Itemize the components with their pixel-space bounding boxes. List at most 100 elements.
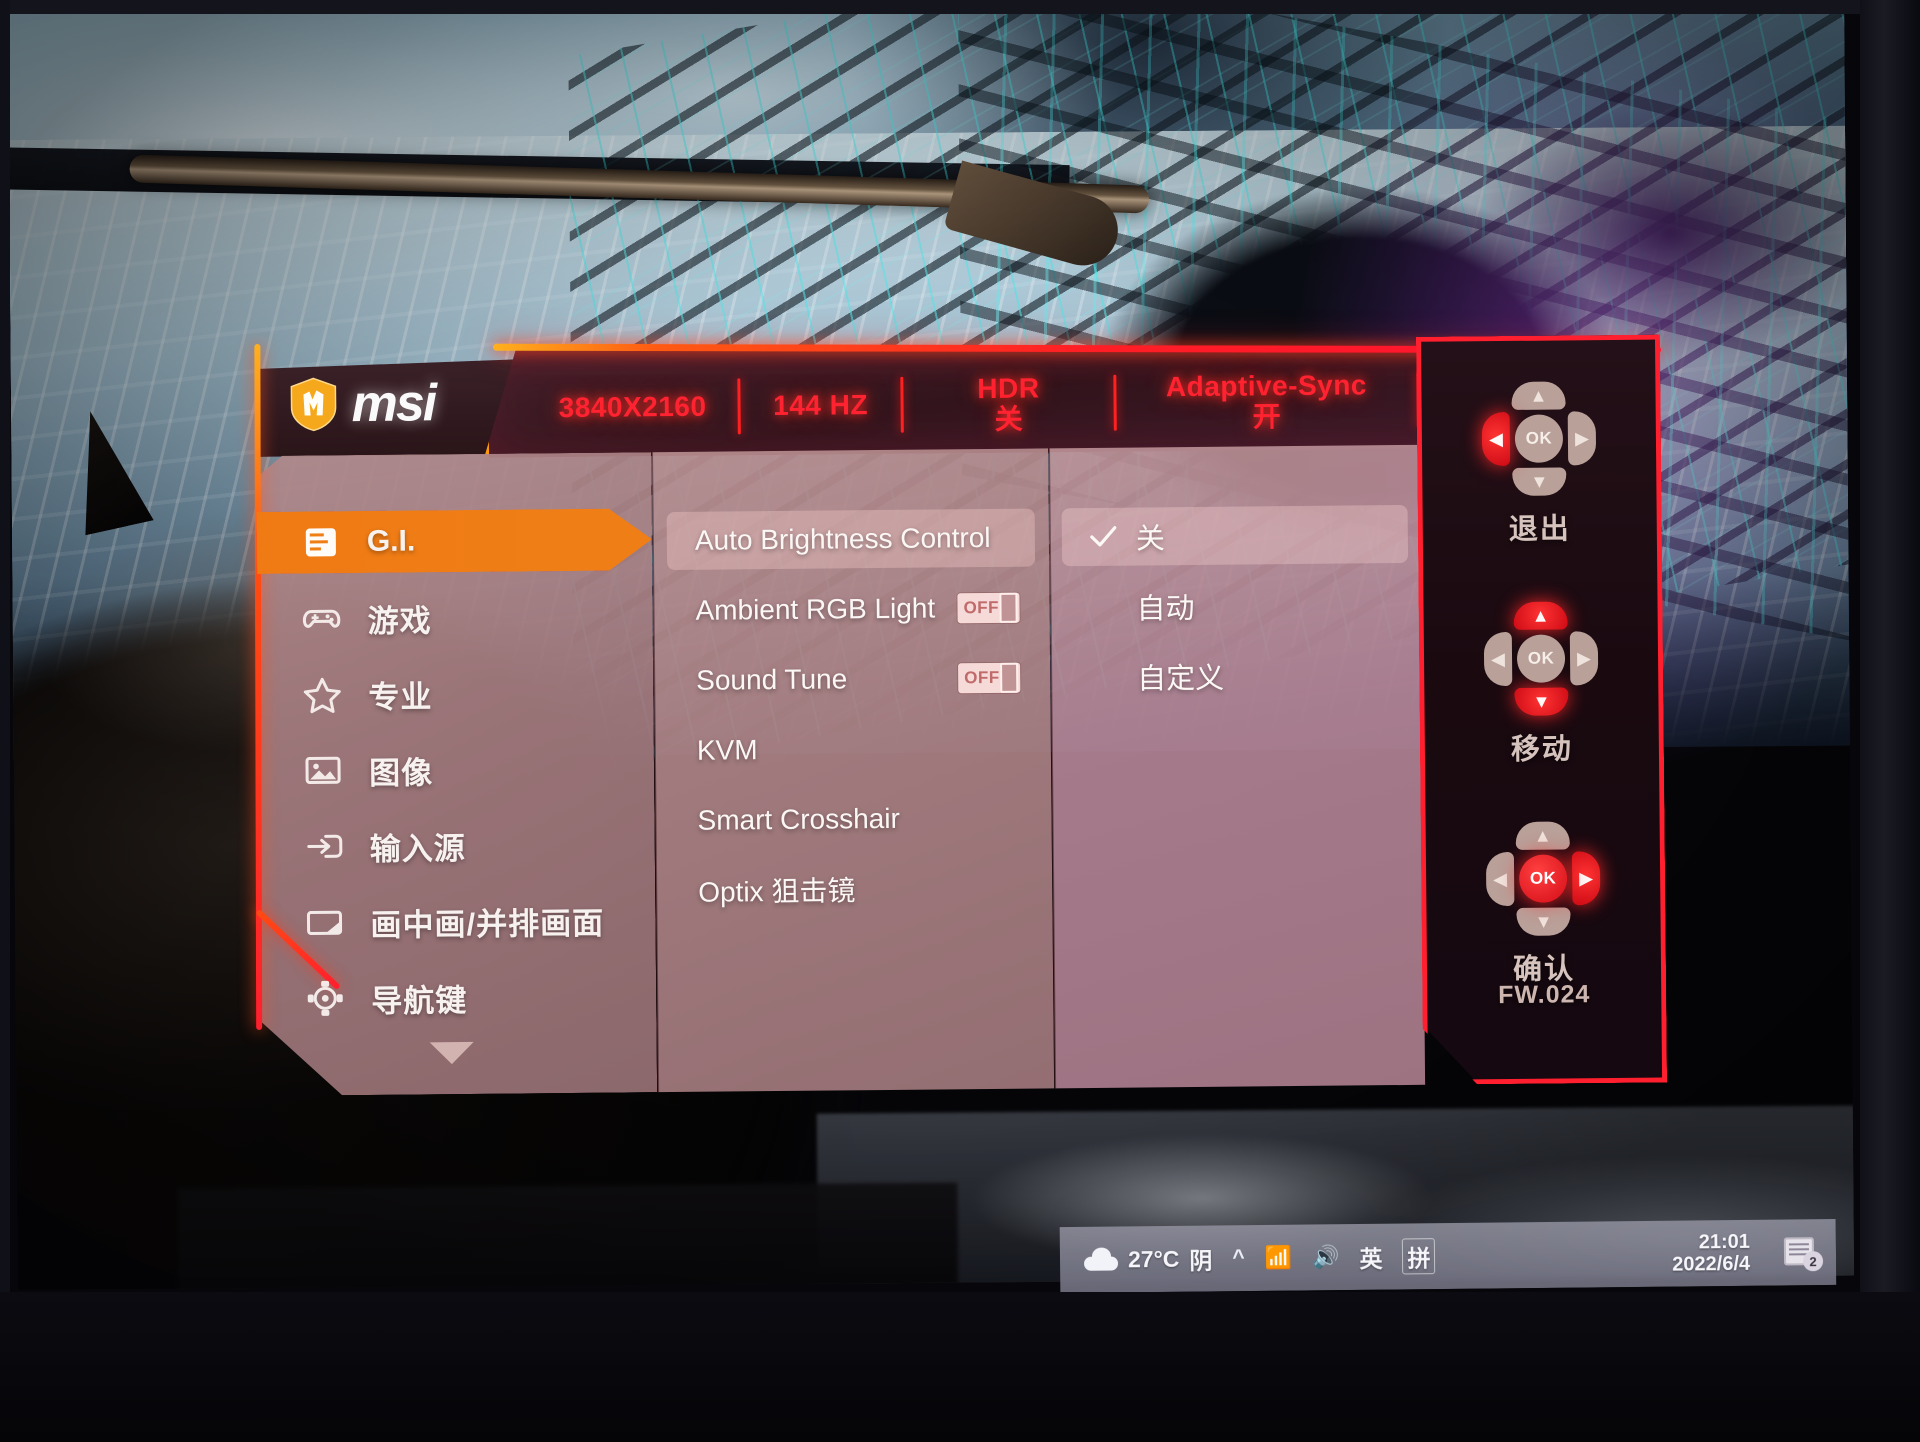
monitor-bezel-bottom — [0, 1292, 1920, 1442]
wifi-icon[interactable]: 📶 — [1265, 1245, 1293, 1270]
gaming-intelligence-icon — [301, 522, 341, 562]
chevron-up-icon[interactable]: ^ — [1232, 1246, 1245, 1270]
chevron-down-icon[interactable] — [429, 1041, 474, 1065]
dpad-up-arm: ▲ — [1511, 381, 1565, 410]
cloud-icon — [1084, 1248, 1118, 1270]
value-item-label: 自动 — [1136, 592, 1195, 626]
checkmark-placeholder — [1088, 592, 1118, 622]
toggle-knob — [998, 592, 1018, 623]
status-refresh-rate: 144 HZ — [740, 389, 900, 422]
screenshot-root: 27°C 阴 ^ 📶 🔊 英 拼 21:01 2022/6/4 2 msi 38… — [0, 0, 1920, 1442]
sidebar-item-label: 导航键 — [371, 982, 468, 1019]
value-item-off[interactable]: 关 — [1061, 504, 1409, 567]
submenu-item-label: KVM — [696, 734, 758, 766]
speaker-icon[interactable]: 🔊 — [1312, 1244, 1340, 1269]
sidebar-item-label: G.I. — [366, 524, 416, 558]
monitor-bezel-top — [0, 0, 1920, 14]
submenu-item-optix-scope[interactable]: Optix 狙击镜 — [670, 859, 1039, 921]
dpad-ok-button: OK — [1517, 634, 1565, 682]
submenu-item-sound-tune[interactable]: Sound Tune OFF — [668, 649, 1037, 711]
toggle-knob — [999, 662, 1019, 693]
sidebar-item-label: 图像 — [368, 754, 434, 791]
dpad-up-arm: ▲ — [1516, 821, 1570, 850]
osd-nav-hint-panel: ▲ ▼ ◀ ▶ OK 退出 ▲ ▼ ◀ ▶ OK 移动 ▲ ▼ ◀ ▶ OK 确… — [1418, 335, 1665, 1083]
taskbar-condition: 阴 — [1189, 1247, 1213, 1274]
dpad-ok-button: OK — [1519, 854, 1567, 902]
monitor-bezel-left — [0, 0, 10, 1442]
sidebar-item-image[interactable]: 图像 — [277, 736, 638, 801]
submenu-item-label: Optix 狙击镜 — [698, 875, 856, 908]
osd-submenu-list: Auto Brightness Control Ambient RGB Ligh… — [652, 448, 1054, 1092]
dpad-right-arm: ▶ — [1572, 851, 1601, 905]
status-hdr: HDR 关 — [903, 371, 1114, 436]
sidebar-item-label: 画中画/并排画面 — [370, 905, 605, 943]
notification-icon[interactable]: 2 — [1783, 1235, 1824, 1272]
dpad-left-arm: ◀ — [1482, 412, 1511, 466]
ime-mode-indicator[interactable]: 拼 — [1402, 1238, 1436, 1275]
osd-sidebar-list: G.I. 游戏 专业 图像 输入源 画中画/并排画面 导航键 — [256, 452, 657, 1096]
sidebar-item-professional[interactable]: 专业 — [276, 660, 637, 725]
nav-hint-confirm: ▲ ▼ ◀ ▶ OK 确认 — [1467, 823, 1621, 988]
value-item-auto[interactable]: 自动 — [1062, 575, 1409, 636]
sidebar-item-gi[interactable]: G.I. — [257, 508, 653, 574]
nav-hint-label: 退出 — [1508, 513, 1571, 546]
submenu-item-label: Smart Crosshair — [697, 802, 900, 836]
dpad-left-icon: ▲ ▼ ◀ ▶ OK — [1483, 383, 1594, 494]
star-icon — [302, 674, 342, 714]
status-resolution: 3840X2160 — [527, 391, 737, 424]
dpad-down-arm: ▼ — [1514, 687, 1568, 716]
submenu-item-label: Sound Tune — [696, 663, 848, 696]
windows-taskbar[interactable]: 27°C 阴 ^ 📶 🔊 英 拼 21:01 2022/6/4 2 — [1059, 1218, 1837, 1294]
msi-logo: msi — [289, 374, 436, 434]
sidebar-item-label: 专业 — [368, 678, 433, 715]
gamepad-icon — [301, 598, 341, 638]
dpad-right-arm: ▶ — [1568, 411, 1597, 465]
navi-key-icon — [305, 978, 345, 1018]
sidebar-item-navi-key[interactable]: 导航键 — [279, 964, 640, 1029]
dpad-down-arm: ▼ — [1516, 907, 1570, 936]
checkmark-placeholder — [1089, 662, 1119, 692]
submenu-item-ambient-rgb-light[interactable]: Ambient RGB Light OFF — [667, 579, 1036, 641]
dpad-right-arm: ▶ — [1570, 631, 1599, 685]
sidebar-item-game[interactable]: 游戏 — [275, 584, 636, 649]
status-adaptive-sync-value: 开 — [1252, 401, 1281, 433]
sidebar-item-label: 输入源 — [369, 830, 466, 867]
taskbar-clock[interactable]: 21:01 2022/6/4 — [1672, 1230, 1764, 1276]
sidebar-item-label: 游戏 — [367, 602, 432, 639]
dpad-up-arm: ▲ — [1513, 601, 1567, 630]
taskbar-temperature: 27°C — [1127, 1245, 1180, 1272]
taskbar-weather-widget[interactable]: 27°C 阴 — [1084, 1241, 1213, 1276]
dpad-down-arm: ▼ — [1512, 467, 1566, 496]
toggle-state-label: OFF — [963, 597, 1000, 618]
submenu-item-label: Auto Brightness Control — [694, 521, 991, 556]
taskbar-date: 2022/6/4 — [1672, 1252, 1751, 1276]
sidebar-item-pip-pbp[interactable]: 画中画/并排画面 — [278, 888, 639, 953]
dpad-left-arm: ◀ — [1484, 632, 1513, 686]
sidebar-item-input-source[interactable]: 输入源 — [277, 812, 638, 877]
monitor-bezel-right — [1860, 0, 1920, 1442]
pip-pbp-icon — [304, 902, 344, 942]
status-hdr-label: HDR — [977, 372, 1040, 404]
dpad-ok-button: OK — [1515, 414, 1563, 462]
value-item-custom[interactable]: 自定义 — [1063, 645, 1410, 706]
firmware-version: FW.024 — [1498, 980, 1591, 1010]
status-resolution-value: 3840X2160 — [558, 390, 707, 424]
status-hdr-value: 关 — [994, 403, 1023, 435]
notification-count-badge: 2 — [1802, 1251, 1824, 1272]
submenu-item-smart-crosshair[interactable]: Smart Crosshair — [669, 789, 1038, 851]
dpad-ok-right-icon: ▲ ▼ ◀ ▶ OK — [1488, 823, 1599, 934]
osd-value-list: 关 自动 自定义 — [1049, 445, 1425, 1089]
dpad-updown-icon: ▲ ▼ ◀ ▶ OK — [1486, 603, 1597, 714]
value-item-label: 自定义 — [1137, 662, 1225, 696]
ambient-rgb-light-toggle[interactable]: OFF — [957, 592, 1020, 624]
msi-wordmark: msi — [351, 374, 436, 434]
sound-tune-toggle[interactable]: OFF — [958, 662, 1021, 694]
submenu-item-auto-brightness-control[interactable]: Auto Brightness Control — [666, 508, 1036, 571]
nav-hint-exit: ▲ ▼ ◀ ▶ OK 退出 — [1462, 383, 1616, 548]
nav-hint-move: ▲ ▼ ◀ ▶ OK 移动 — [1465, 603, 1619, 768]
ime-language-indicator[interactable]: 英 — [1359, 1240, 1382, 1274]
submenu-item-kvm[interactable]: KVM — [669, 719, 1038, 781]
background-ground-left — [177, 1182, 959, 1290]
osd-menu: msi 3840X2160 144 HZ HDR 关 Adaptive-Sync… — [254, 335, 1668, 1166]
taskbar-time: 21:01 — [1698, 1230, 1750, 1253]
